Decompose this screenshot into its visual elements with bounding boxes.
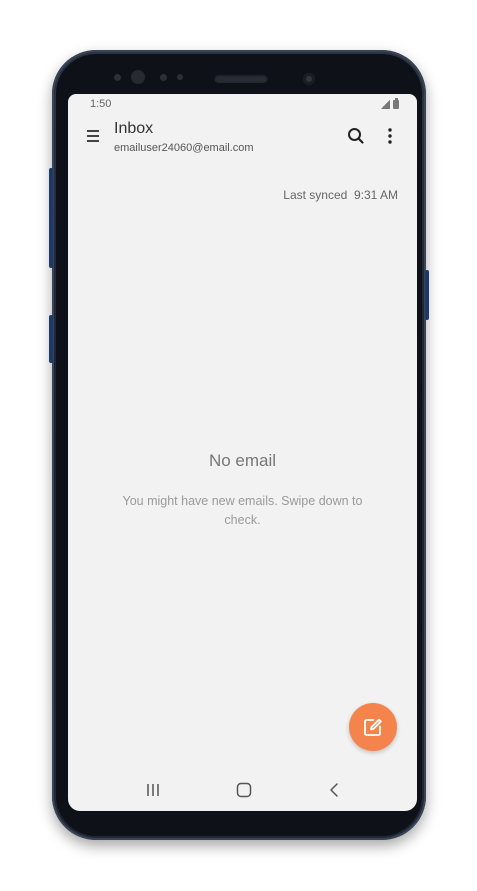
home-button[interactable] (236, 782, 252, 798)
earpiece-speaker (214, 74, 268, 83)
status-bar: 1:50 (68, 94, 417, 114)
recents-icon (147, 784, 159, 796)
empty-state-message: You might have new emails. Swipe down to… (122, 494, 363, 527)
compose-icon (364, 718, 382, 736)
bixby-button (49, 168, 53, 268)
status-icons (381, 98, 399, 109)
more-options-button[interactable] (380, 125, 400, 147)
device-bezel: 1:50 Inbox emailuser24060@email.com Last… (56, 54, 422, 836)
phone-device: 1:50 Inbox emailuser24060@email.com Last… (49, 50, 429, 840)
page-title: Inbox (114, 120, 154, 137)
proximity-sensor (114, 74, 121, 81)
last-synced-label: Last synced 9:31 AM (283, 188, 398, 202)
light-sensor (160, 74, 167, 81)
back-button[interactable] (326, 782, 342, 798)
navigation-bar (68, 774, 417, 811)
status-time: 1:50 (90, 98, 112, 110)
iris-sensor (131, 70, 145, 84)
volume-button (49, 315, 53, 363)
compose-button[interactable] (349, 703, 397, 751)
app-bar: Inbox emailuser24060@email.com (68, 116, 417, 160)
front-camera (303, 73, 315, 85)
account-email: emailuser24060@email.com (114, 142, 254, 154)
menu-icon[interactable] (85, 128, 103, 142)
signal-icon (381, 100, 390, 109)
back-icon (330, 783, 338, 797)
search-icon (348, 128, 364, 144)
empty-state-title: No email (208, 451, 277, 470)
ambient-sensor (177, 74, 183, 80)
battery-icon (393, 98, 399, 109)
search-button[interactable] (345, 125, 367, 147)
home-icon (236, 782, 252, 798)
power-button (425, 270, 429, 320)
more-vertical-icon (388, 128, 392, 144)
recents-button[interactable] (145, 782, 161, 798)
screen: 1:50 Inbox emailuser24060@email.com Last… (68, 94, 417, 811)
